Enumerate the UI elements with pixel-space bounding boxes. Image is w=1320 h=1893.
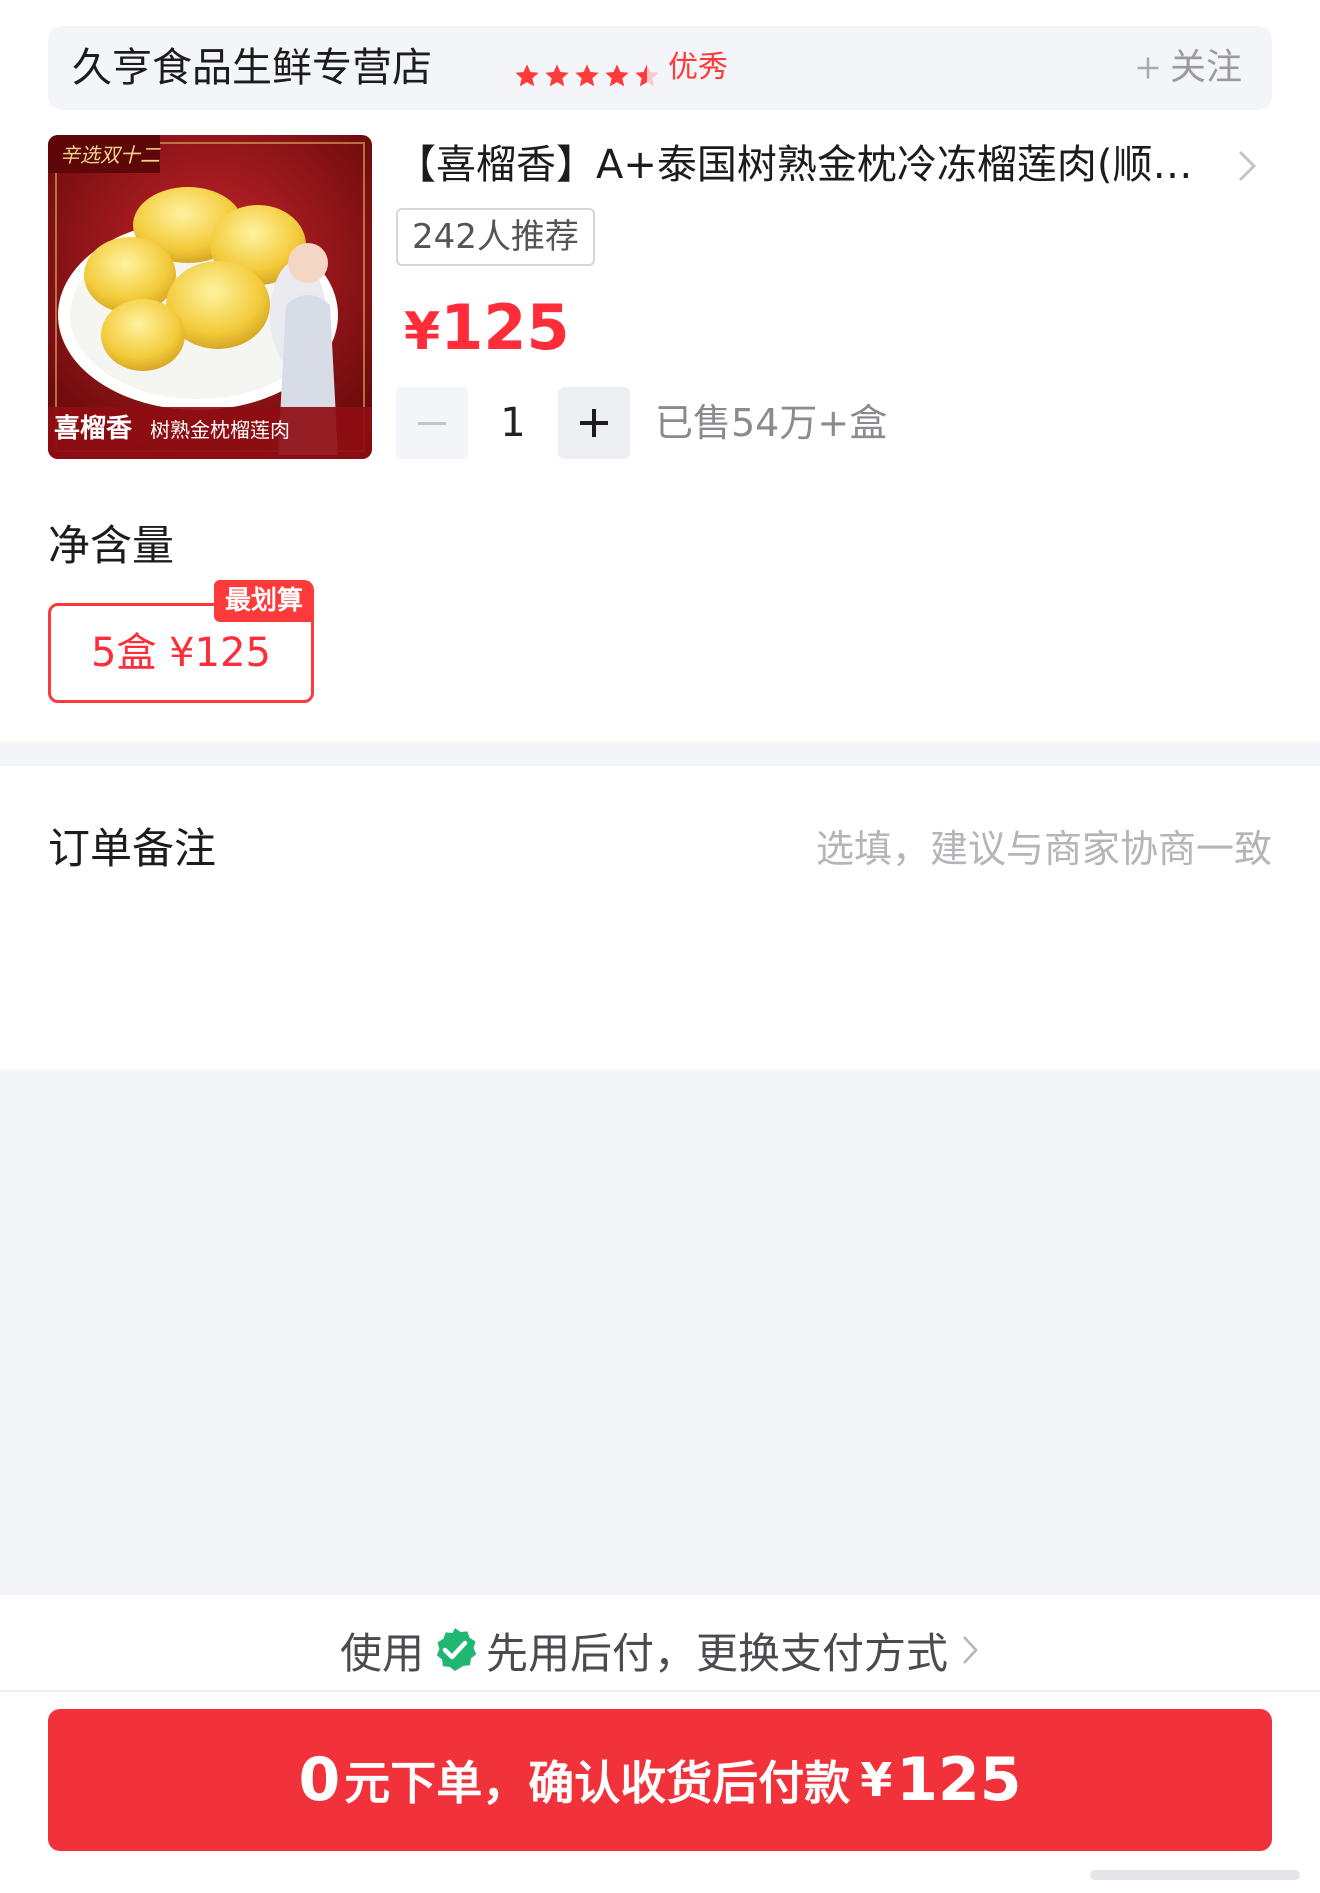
quantity-increase-button[interactable] bbox=[558, 387, 630, 459]
order-remark-label: 订单备注 bbox=[48, 824, 217, 873]
empty-content-area bbox=[0, 1070, 1320, 1595]
spec-title: 净含量 bbox=[48, 521, 175, 570]
durian-product-image: 喜榴香 树熟金枕榴莲肉 辛选双十二 bbox=[48, 135, 372, 459]
home-indicator bbox=[1090, 1870, 1300, 1880]
half-star-icon bbox=[635, 64, 659, 87]
order-button-text: 元下单，确认收货后付款 bbox=[344, 1756, 851, 1810]
order-remark-input[interactable] bbox=[712, 822, 1272, 876]
verified-check-icon bbox=[436, 1628, 477, 1671]
star-icon bbox=[545, 64, 569, 87]
section-divider bbox=[0, 742, 1320, 766]
follow-label: 关注 bbox=[1169, 47, 1242, 88]
sold-count: 已售54万+盒 bbox=[655, 401, 888, 445]
chevron-right-icon bbox=[963, 1636, 978, 1664]
order-currency: ¥ bbox=[860, 1753, 893, 1807]
payment-prefix: 使用 bbox=[339, 1628, 424, 1678]
recommend-tag: 242人推荐 bbox=[396, 208, 595, 266]
product-price: ¥125 bbox=[404, 292, 570, 368]
price-value: 125 bbox=[440, 291, 570, 364]
payment-method-selector[interactable]: 使用 先用后付，更换支付方式 bbox=[0, 1620, 1320, 1680]
star-icon bbox=[575, 64, 599, 87]
plus-icon bbox=[1137, 57, 1159, 79]
store-name[interactable]: 久亨食品生鲜专营店 bbox=[72, 44, 432, 92]
star-icon bbox=[515, 64, 539, 87]
quantity-value[interactable]: 1 bbox=[468, 387, 558, 459]
best-value-badge: 最划算 bbox=[214, 580, 314, 622]
image-banner: 辛选双十二 bbox=[60, 143, 161, 167]
payment-method-text: 先用后付，更换支付方式 bbox=[486, 1628, 949, 1678]
follow-button[interactable]: 关注 bbox=[1134, 44, 1242, 92]
store-rating-stars bbox=[513, 62, 663, 90]
store-rating-label: 优秀 bbox=[668, 50, 728, 85]
image-caption: 树熟金枕榴莲肉 bbox=[150, 418, 290, 442]
price-currency: ¥ bbox=[404, 302, 441, 362]
place-order-button[interactable]: 0 元下单，确认收货后付款 ¥ 125 bbox=[48, 1709, 1272, 1851]
star-icon bbox=[605, 64, 629, 87]
product-title[interactable]: 【喜榴香】A+泰国树熟金枕冷冻榴莲肉(顺丰冷链) bbox=[396, 140, 1196, 190]
bottom-divider bbox=[0, 1690, 1320, 1692]
order-zero: 0 bbox=[298, 1745, 341, 1815]
order-amount: 125 bbox=[896, 1745, 1022, 1815]
product-image[interactable]: 喜榴香 树熟金枕榴莲肉 辛选双十二 bbox=[48, 135, 372, 459]
quantity-decrease-button[interactable] bbox=[396, 387, 468, 459]
chevron-right-icon[interactable] bbox=[1232, 146, 1262, 186]
image-brand: 喜榴香 bbox=[54, 414, 132, 444]
store-header: 久亨食品生鲜专营店 优秀 关注 bbox=[48, 26, 1272, 110]
